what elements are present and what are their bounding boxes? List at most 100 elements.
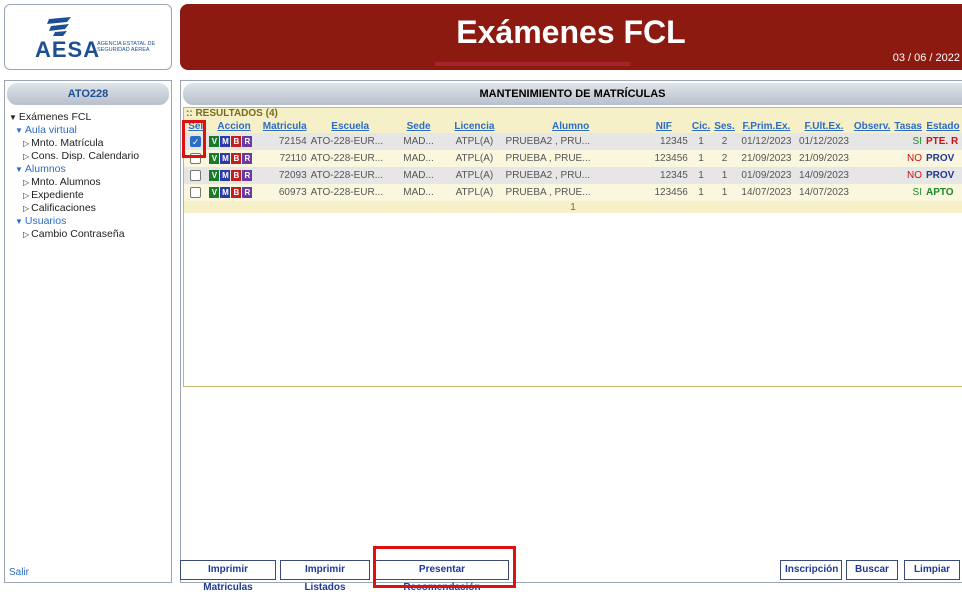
page-number[interactable]: 1	[184, 201, 962, 213]
cell-fprim: 01/09/2023	[736, 167, 797, 184]
cell-cic: 1	[689, 184, 713, 201]
cell-estado: PTE. R	[923, 133, 962, 150]
cell-observ	[851, 184, 893, 201]
main-panel: MANTENIMIENTO DE MATRÍCULAS :: RESULTADO…	[180, 80, 962, 583]
caret-right-icon: ▷	[23, 230, 30, 239]
cell-nif: 123456	[637, 184, 690, 201]
caret-down-icon: ▼	[15, 126, 23, 135]
col-accion[interactable]: Accion	[207, 120, 261, 133]
limpiar-button[interactable]: Limpiar	[904, 560, 960, 580]
aesa-logo: AESA AGENCIA ESTATAL DE SEGURIDAD AÉREA	[4, 4, 172, 70]
imprimir-listados-button[interactable]: Imprimir Listados	[280, 560, 370, 593]
table-row: VMBR 60973 ATO-228-EUR... MAD... ATPL(A)…	[184, 184, 962, 201]
recommend-action-icon[interactable]: R	[242, 187, 253, 198]
table-row: VMBR 72093 ATO-228-EUR... MAD... ATPL(A)…	[184, 167, 962, 184]
cell-nif: 12345	[637, 133, 690, 150]
view-action-icon[interactable]: V	[209, 136, 220, 147]
results-title: :: RESULTADOS (4)	[184, 108, 962, 120]
logo-brand: AESA	[35, 37, 101, 62]
cell-escuela: ATO-228-EUR...	[308, 150, 392, 167]
caret-right-icon: ▷	[23, 152, 30, 161]
nav-alumnos[interactable]: ▼ Alumnos	[9, 163, 171, 176]
cell-fult: 14/09/2023	[796, 167, 852, 184]
nav-mnto-alumnos[interactable]: ▷ Mnto. Alumnos	[9, 176, 171, 189]
cell-alumno: PRUEBA2 , PRU...	[503, 167, 638, 184]
cell-alumno: PRUEBA2 , PRU...	[503, 133, 638, 150]
col-tasas[interactable]: Tasas	[892, 120, 924, 133]
nav-mnto-matricula[interactable]: ▷ Mnto. Matrícula	[9, 137, 171, 150]
caret-right-icon: ▷	[23, 178, 30, 187]
col-alumno[interactable]: Alumno	[503, 120, 638, 133]
cell-observ	[851, 133, 893, 150]
cell-estado: APTO	[923, 184, 962, 201]
modify-action-icon[interactable]: M	[220, 170, 231, 181]
cell-estado: PROV	[923, 167, 962, 184]
row-select-checkbox[interactable]	[190, 169, 202, 181]
cell-licencia: ATPL(A)	[445, 184, 504, 201]
nav-examenes-fcl[interactable]: ▼ Exámenes FCL	[9, 111, 171, 124]
pager-row: 1	[184, 201, 962, 213]
table-row: VMBR 72110 ATO-228-EUR... MAD... ATPL(A)…	[184, 150, 962, 167]
cell-observ	[851, 167, 893, 184]
col-licencia[interactable]: Licencia	[445, 120, 504, 133]
col-nif[interactable]: NIF	[637, 120, 690, 133]
title-underline	[435, 62, 630, 66]
cell-estado: PROV	[923, 150, 962, 167]
logout-link[interactable]: Salir	[9, 567, 29, 578]
modify-action-icon[interactable]: M	[220, 153, 231, 164]
nav-usuarios[interactable]: ▼ Usuarios	[9, 215, 171, 228]
delete-action-icon[interactable]: B	[231, 170, 242, 181]
highlight-select-box	[182, 120, 206, 158]
cell-sede: MAD...	[391, 133, 446, 150]
recommend-action-icon[interactable]: R	[242, 136, 253, 147]
delete-action-icon[interactable]: B	[231, 136, 242, 147]
logo-subtitle: AGENCIA ESTATAL DE SEGURIDAD AÉREA	[97, 41, 156, 53]
inscripcion-button[interactable]: Inscripción	[780, 560, 842, 580]
col-ses[interactable]: Ses.	[712, 120, 737, 133]
view-action-icon[interactable]: V	[209, 170, 220, 181]
cell-escuela: ATO-228-EUR...	[308, 167, 392, 184]
nav-expediente[interactable]: ▷ Expediente	[9, 189, 171, 202]
col-estado[interactable]: Estado	[923, 120, 962, 133]
cell-alumno: PRUEBA , PRUE...	[503, 184, 638, 201]
cell-licencia: ATPL(A)	[445, 133, 504, 150]
modify-action-icon[interactable]: M	[220, 136, 231, 147]
recommend-action-icon[interactable]: R	[242, 170, 253, 181]
col-matricula[interactable]: Matricula	[260, 120, 309, 133]
footer-toolbar: Imprimir Matriculas Imprimir Listados Pr…	[180, 560, 962, 593]
nav-calificaciones[interactable]: ▷ Calificaciones	[9, 202, 171, 215]
col-fprim[interactable]: F.Prim.Ex.	[736, 120, 797, 133]
col-observ[interactable]: Observ.	[851, 120, 893, 133]
nav-aula-virtual[interactable]: ▼ Aula virtual	[9, 124, 171, 137]
col-escuela[interactable]: Escuela	[308, 120, 392, 133]
cell-sede: MAD...	[391, 150, 446, 167]
delete-action-icon[interactable]: B	[231, 153, 242, 164]
recommend-action-icon[interactable]: R	[242, 153, 253, 164]
cell-matricula: 72154	[260, 133, 309, 150]
cell-fprim: 21/09/2023	[736, 150, 797, 167]
modify-action-icon[interactable]: M	[220, 187, 231, 198]
nav-cambio-contrasena[interactable]: ▷ Cambio Contraseña	[9, 228, 171, 241]
nav-cons-disp-calendario[interactable]: ▷ Cons. Disp. Calendario	[9, 150, 171, 163]
col-fult[interactable]: F.Ult.Ex.	[796, 120, 852, 133]
caret-right-icon: ▷	[23, 191, 30, 200]
col-cic[interactable]: Cic.	[689, 120, 713, 133]
cell-escuela: ATO-228-EUR...	[308, 133, 392, 150]
table-row: ✓ VMBR 72154 ATO-228-EUR... MAD... ATPL(…	[184, 133, 962, 150]
buscar-button[interactable]: Buscar	[846, 560, 898, 580]
view-action-icon[interactable]: V	[209, 187, 220, 198]
app-title: Exámenes FCL	[456, 14, 686, 50]
cell-nif: 12345	[637, 167, 690, 184]
cell-cic: 1	[689, 150, 713, 167]
delete-action-icon[interactable]: B	[231, 187, 242, 198]
view-action-icon[interactable]: V	[209, 153, 220, 164]
cell-matricula: 60973	[260, 184, 309, 201]
row-select-checkbox[interactable]	[190, 186, 202, 198]
cell-matricula: 72093	[260, 167, 309, 184]
cell-ses: 1	[712, 167, 737, 184]
caret-right-icon: ▷	[23, 139, 30, 148]
cell-matricula: 72110	[260, 150, 309, 167]
header-date: 03 / 06 / 2022	[892, 52, 960, 64]
col-sede[interactable]: Sede	[391, 120, 446, 133]
imprimir-matriculas-button[interactable]: Imprimir Matriculas	[180, 560, 276, 593]
